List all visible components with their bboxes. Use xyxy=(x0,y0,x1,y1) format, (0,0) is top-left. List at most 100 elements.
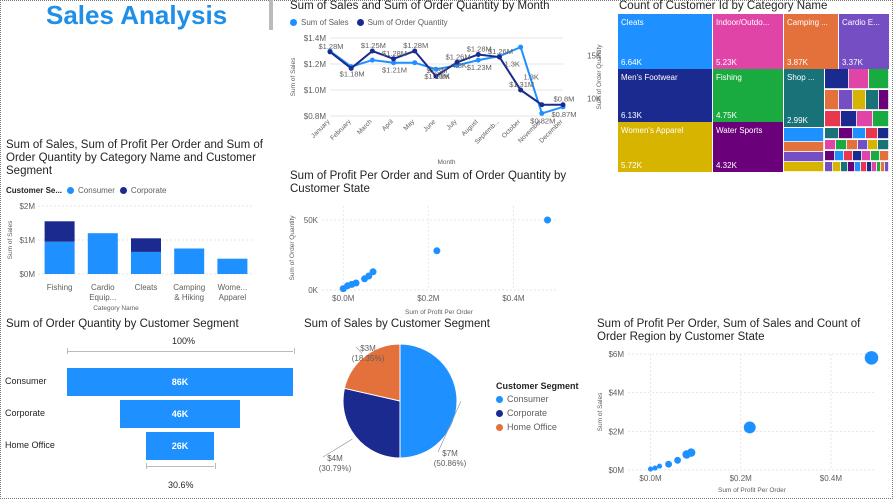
treemap-tile-small xyxy=(849,69,869,89)
y-axis-label: Sum of Order Quantity xyxy=(289,215,296,281)
treemap-tile-small xyxy=(872,162,877,172)
data-label: $1.28M xyxy=(403,41,428,50)
x-tick-label: $0.4M xyxy=(502,294,525,303)
scatter-chart[interactable]: 0K 50K $0.0M $0.2M $0.4M Sum of Order Quantit… xyxy=(286,198,566,318)
data-label: 1.3K xyxy=(524,73,539,82)
y-tick-label: $0.8M xyxy=(304,112,327,121)
bar-consumer xyxy=(131,251,161,274)
pie-chart[interactable]: $7M(50.86%) $4M(30.79%) $3M(18.35%) xyxy=(300,335,500,485)
funnel-category-label: Corporate xyxy=(5,408,46,418)
treemap-tile-small xyxy=(841,111,857,127)
bar-chart[interactable]: $0M $1M $2M Sum of Sales Fishing CardioEquip.… xyxy=(4,198,264,318)
x-tick-label: & Hiking xyxy=(174,293,204,302)
funnel-bottom-percent: 30.6% xyxy=(168,480,194,490)
bubble-point xyxy=(864,351,879,365)
treemap-tile-small xyxy=(853,128,866,139)
scatter-point xyxy=(369,268,377,276)
data-point xyxy=(348,65,354,71)
treemap-tile-small xyxy=(784,152,824,162)
data-label: $1.26M xyxy=(488,47,513,56)
treemap-tile-label: Fishing xyxy=(716,73,742,82)
treemap-tile-small xyxy=(825,162,833,172)
funnel-bar[interactable]: 46K xyxy=(119,400,241,428)
treemap-tile-label: Women's Apparel xyxy=(621,126,684,135)
treemap-tile-value: 5.72K xyxy=(621,161,643,170)
pie-legend-homeoffice[interactable]: Home Office xyxy=(496,422,579,432)
treemap-tile-small xyxy=(867,162,872,172)
y-tick-label: $1M xyxy=(19,236,35,245)
treemap-tile-small xyxy=(857,111,873,127)
treemap-tile-small xyxy=(835,151,844,161)
bar-chart-title: Sum of Sales, Sum of Profit Per Order an… xyxy=(6,139,263,177)
funnel-bar[interactable]: 86K xyxy=(67,368,293,396)
x-tick-label: $0.0M xyxy=(332,294,355,303)
pie-legend-corporate[interactable]: Corporate xyxy=(496,408,579,418)
treemap-tile-small xyxy=(881,162,885,172)
y-tick-label: $2M xyxy=(19,202,35,211)
treemap-tile-label: Indoor/Outdo... xyxy=(716,18,769,27)
data-point xyxy=(539,102,545,108)
x-tick-label: Apparel xyxy=(219,293,247,302)
treemap-tile-value: 4.75K xyxy=(716,111,738,120)
treemap-tile-small xyxy=(869,69,889,89)
bubble-point xyxy=(665,460,672,468)
legend-item-consumer[interactable]: Consumer xyxy=(67,186,115,195)
x-axis-label: Sum of Profit Per Order xyxy=(718,487,787,494)
legend-title: Customer Se... xyxy=(6,186,63,195)
bubble-chart[interactable]: $0M $2M $4M $6M $0.0M $0.2M $0.4M Sum of Sales S… xyxy=(594,344,890,496)
treemap-tile-small xyxy=(839,128,853,139)
funnel-bar[interactable]: 26K xyxy=(145,432,215,460)
bubble-title: Sum of Profit Per Order, Sum of Sales an… xyxy=(597,318,861,343)
legend-item-sales[interactable]: Sum of Sales xyxy=(290,18,349,27)
x-tick-label: July xyxy=(445,118,459,132)
bubble-point xyxy=(674,456,681,464)
treemap-tile-label: Men's Footwear xyxy=(621,73,678,82)
legend-item-corporate[interactable]: Corporate xyxy=(119,186,167,195)
data-label: $0.8M xyxy=(554,95,575,104)
pie-legend-consumer[interactable]: Consumer xyxy=(496,394,579,404)
treemap-tile-small xyxy=(825,69,849,89)
treemap-chart[interactable]: Cleats 6.64K Men's Footwear 6.13K Women's Ap… xyxy=(618,14,890,174)
pie-pct-label: (30.79%) xyxy=(319,464,352,473)
bubble-point xyxy=(647,466,654,472)
data-label: $1.28M xyxy=(382,49,407,58)
data-label: $1.28M xyxy=(318,42,343,51)
treemap-tile-small xyxy=(847,140,858,150)
data-label: 1.8K xyxy=(435,71,450,80)
treemap-tile-small xyxy=(880,151,889,161)
scatter-point xyxy=(433,247,441,255)
treemap-tile-label: Cardio E... xyxy=(842,18,880,27)
treemap-tile-small xyxy=(833,162,841,172)
data-label: $1.21M xyxy=(382,66,407,75)
treemap-tile-small xyxy=(825,128,839,139)
legend-item-orderqty[interactable]: Sum of Order Quantity xyxy=(356,18,448,27)
treemap-tile-small xyxy=(873,111,889,127)
data-label: $1.18M xyxy=(340,70,365,79)
treemap-tile-label: Water Sports xyxy=(716,126,762,135)
x-tick-label: Cardio xyxy=(91,283,115,292)
treemap-tile-value: 5.23K xyxy=(716,58,738,67)
treemap-tile-small xyxy=(866,90,879,110)
treemap-tile-small xyxy=(784,142,824,152)
x-tick-label: Fishing xyxy=(47,283,73,292)
treemap-tile-small xyxy=(866,128,878,139)
y-tick-label: 50K xyxy=(304,216,319,225)
x-axis-label: Category Name xyxy=(93,305,139,312)
treemap-tile-small xyxy=(862,151,871,161)
bar-consumer xyxy=(217,258,248,274)
line-chart-title: Sum of Sales and Sum of Order Quantity b… xyxy=(290,0,550,12)
pie-value-label: $3M xyxy=(360,344,376,353)
treemap-tile-small xyxy=(877,162,881,172)
funnel-chart[interactable]: 100% 86K Consumer 46K Corporate 26K Home Offic… xyxy=(0,335,300,495)
treemap-tile-small xyxy=(878,140,889,150)
treemap-tile-small xyxy=(825,140,836,150)
data-point xyxy=(369,57,375,63)
scatter-title: Sum of Profit Per Order and Sum of Order… xyxy=(290,170,567,195)
data-label: 4.8K xyxy=(451,61,466,70)
y-tick-label: $1.0M xyxy=(304,86,327,95)
treemap-tile-small xyxy=(784,162,824,172)
x-axis-label: Sum of Profit Per Order xyxy=(405,309,474,316)
bubble-point xyxy=(657,463,663,469)
line-chart[interactable]: $0.8M$1.0M$1.2M$1.4M10K15KSum of Sales Su… xyxy=(285,30,605,170)
treemap-tile-small xyxy=(784,128,824,142)
